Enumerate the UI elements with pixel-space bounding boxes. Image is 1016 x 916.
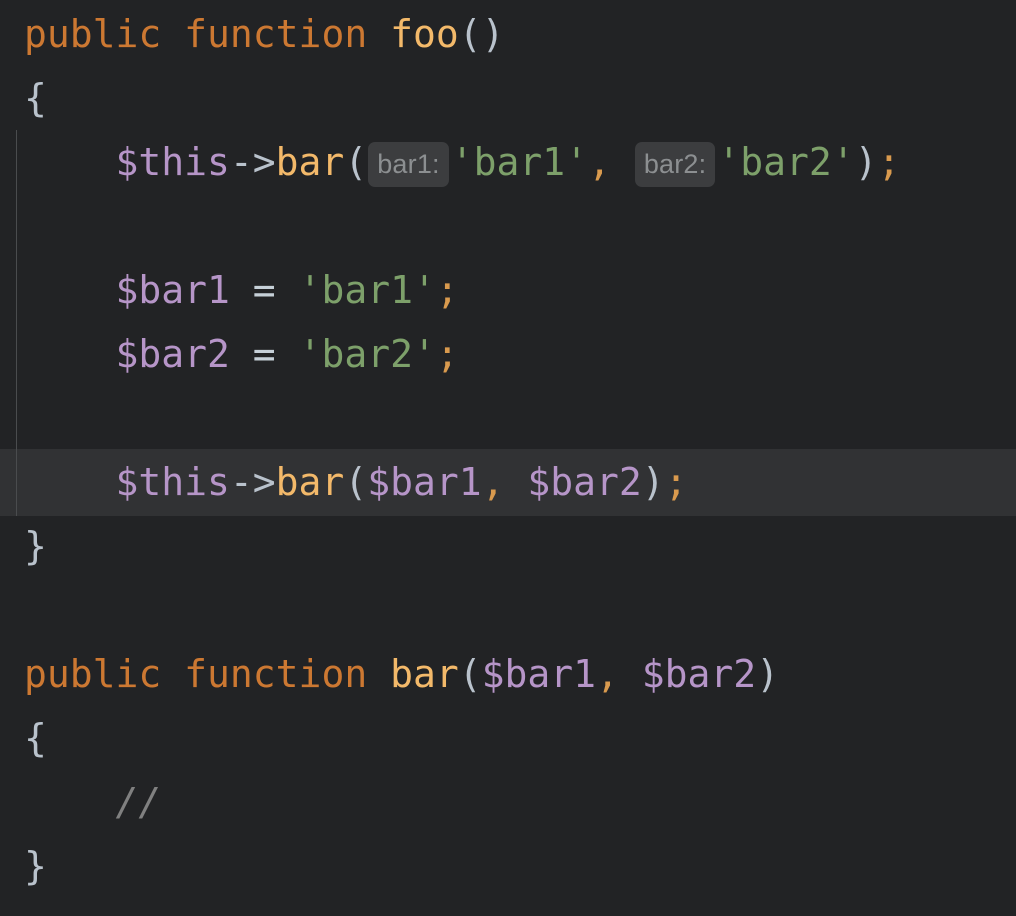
parameter-bar2: $bar2 — [641, 652, 757, 696]
close-paren: ) — [854, 140, 878, 184]
semicolon: ; — [435, 332, 459, 376]
parameter-hint-bar1[interactable]: bar1: — [368, 142, 449, 187]
variable-bar1: $bar1 — [115, 268, 230, 312]
function-name-bar: bar — [390, 652, 459, 696]
code-line-6[interactable]: $bar2 = 'bar2'; — [24, 322, 459, 386]
code-line-12[interactable]: { — [24, 706, 47, 770]
method-name-bar: bar — [275, 140, 345, 184]
indent-guide — [16, 130, 17, 516]
function-name-foo: foo — [390, 12, 459, 56]
variable-bar2: $bar2 — [115, 332, 230, 376]
open-brace: { — [24, 76, 47, 120]
open-paren: ( — [458, 652, 482, 696]
string-literal-bar2: 'bar2' — [298, 332, 436, 376]
arrow-operator: -> — [229, 140, 276, 184]
parameter-bar1: $bar1 — [481, 652, 597, 696]
keyword-public: public — [24, 12, 162, 56]
method-name-bar: bar — [275, 460, 345, 504]
code-line-11[interactable]: public function bar($bar1, $bar2) — [24, 642, 779, 706]
keyword-function: function — [184, 12, 368, 56]
code-line-1[interactable]: public function foo() — [24, 2, 505, 66]
semicolon: ; — [877, 140, 901, 184]
comment: // — [115, 780, 162, 824]
comma: , — [588, 140, 611, 184]
code-line-14[interactable]: } — [24, 834, 47, 898]
code-line-9[interactable]: } — [24, 514, 47, 578]
semicolon: ; — [664, 460, 688, 504]
open-paren: ( — [344, 460, 368, 504]
parentheses: () — [458, 12, 505, 56]
comma: , — [596, 652, 619, 696]
string-literal-bar1: 'bar1' — [298, 268, 436, 312]
code-line-5[interactable]: $bar1 = 'bar1'; — [24, 258, 459, 322]
parameter-hint-bar2[interactable]: bar2: — [634, 142, 716, 187]
code-line-8-current[interactable]: $this->bar($bar1, $bar2); — [24, 450, 688, 514]
close-paren: ) — [756, 652, 780, 696]
close-brace: } — [24, 524, 47, 568]
code-line-3[interactable]: $this->bar(bar1:'bar1', bar2:'bar2'); — [24, 130, 900, 194]
argument-bar2: $bar2 — [527, 460, 642, 504]
argument-bar1: $bar1 — [367, 460, 482, 504]
semicolon: ; — [435, 268, 459, 312]
open-brace: { — [24, 716, 47, 760]
assignment-operator: = — [252, 268, 276, 312]
open-paren: ( — [344, 140, 368, 184]
string-literal-bar2: 'bar2' — [717, 140, 855, 184]
close-brace: } — [24, 844, 47, 888]
comma: , — [481, 460, 505, 504]
code-line-2[interactable]: { — [24, 66, 47, 130]
assignment-operator: = — [252, 332, 276, 376]
variable-this: $this — [115, 140, 230, 184]
string-literal-bar1: 'bar1' — [450, 140, 589, 184]
code-line-13[interactable]: // — [24, 770, 162, 834]
keyword-public: public — [24, 652, 162, 696]
code-editor[interactable]: public function foo() { $this->bar(bar1:… — [0, 0, 1016, 916]
arrow-operator: -> — [229, 460, 276, 504]
keyword-function: function — [184, 652, 368, 696]
close-paren: ) — [641, 460, 665, 504]
variable-this: $this — [115, 460, 230, 504]
